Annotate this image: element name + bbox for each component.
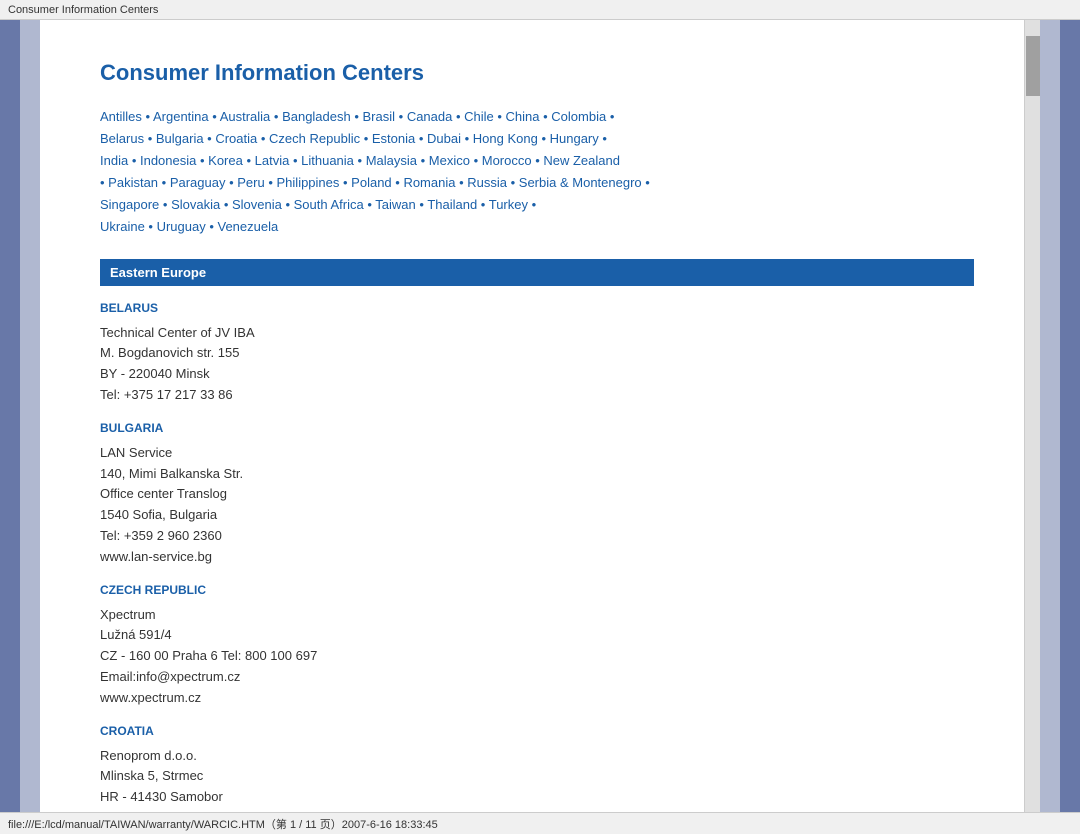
- country-details-croatia: Renoprom d.o.o. Mlinska 5, Strmec HR - 4…: [100, 746, 974, 812]
- link-philippines[interactable]: Philippines: [277, 175, 340, 190]
- link-singapore[interactable]: Singapore: [100, 197, 159, 212]
- link-pakistan[interactable]: Pakistan: [108, 175, 158, 190]
- link-hong-kong[interactable]: Hong Kong: [473, 131, 538, 146]
- sidebar-right: [1040, 20, 1080, 812]
- link-turkey[interactable]: Turkey: [489, 197, 528, 212]
- link-romania[interactable]: Romania: [403, 175, 455, 190]
- link-colombia[interactable]: Colombia: [551, 109, 606, 124]
- link-argentina[interactable]: Argentina: [153, 109, 209, 124]
- country-name-czech-republic: CZECH REPUBLIC: [100, 583, 974, 597]
- link-serbia[interactable]: Serbia & Montenegro: [519, 175, 642, 190]
- link-bulgaria[interactable]: Bulgaria: [156, 131, 204, 146]
- link-chile[interactable]: Chile: [464, 109, 494, 124]
- scrollbar[interactable]: [1024, 20, 1040, 812]
- link-ukraine[interactable]: Ukraine: [100, 219, 145, 234]
- link-slovenia[interactable]: Slovenia: [232, 197, 282, 212]
- status-bar: file:///E:/lcd/manual/TAIWAN/warranty/WA…: [0, 812, 1080, 834]
- status-bar-text: file:///E:/lcd/manual/TAIWAN/warranty/WA…: [8, 816, 438, 832]
- link-canada[interactable]: Canada: [407, 109, 453, 124]
- link-india[interactable]: India: [100, 153, 128, 168]
- country-croatia: CROATIA Renoprom d.o.o. Mlinska 5, Strme…: [100, 724, 974, 812]
- links-section: Antilles • Argentina • Australia • Bangl…: [100, 106, 974, 239]
- link-belarus[interactable]: Belarus: [100, 131, 144, 146]
- link-estonia[interactable]: Estonia: [372, 131, 415, 146]
- country-details-belarus: Technical Center of JV IBA M. Bogdanovic…: [100, 323, 974, 406]
- link-south-africa[interactable]: South Africa: [294, 197, 364, 212]
- link-slovakia[interactable]: Slovakia: [171, 197, 220, 212]
- country-name-belarus: BELARUS: [100, 301, 974, 315]
- link-morocco[interactable]: Morocco: [482, 153, 532, 168]
- link-brasil[interactable]: Brasil: [363, 109, 396, 124]
- scrollbar-thumb[interactable]: [1026, 36, 1040, 96]
- link-peru[interactable]: Peru: [237, 175, 264, 190]
- link-mexico[interactable]: Mexico: [429, 153, 470, 168]
- link-russia[interactable]: Russia: [467, 175, 507, 190]
- link-thailand[interactable]: Thailand: [427, 197, 477, 212]
- link-new-zealand[interactable]: New Zealand: [543, 153, 620, 168]
- link-australia[interactable]: Australia: [220, 109, 271, 124]
- link-taiwan[interactable]: Taiwan: [375, 197, 415, 212]
- title-bar-text: Consumer Information Centers: [8, 4, 158, 16]
- country-bulgaria: BULGARIA LAN Service 140, Mimi Balkanska…: [100, 421, 974, 568]
- sidebar-left: [0, 20, 40, 812]
- country-details-czech-republic: Xpectrum Lužná 591/4 CZ - 160 00 Praha 6…: [100, 605, 974, 709]
- link-korea[interactable]: Korea: [208, 153, 243, 168]
- link-croatia[interactable]: Croatia: [215, 131, 257, 146]
- section-header-eastern-europe: Eastern Europe: [100, 259, 974, 286]
- link-china[interactable]: China: [506, 109, 540, 124]
- link-indonesia[interactable]: Indonesia: [140, 153, 196, 168]
- link-latvia[interactable]: Latvia: [255, 153, 290, 168]
- link-hungary[interactable]: Hungary: [550, 131, 599, 146]
- content-area: Consumer Information Centers Antilles • …: [40, 20, 1024, 812]
- link-bangladesh[interactable]: Bangladesh: [282, 109, 351, 124]
- link-venezuela[interactable]: Venezuela: [218, 219, 279, 234]
- link-czech-republic[interactable]: Czech Republic: [269, 131, 360, 146]
- link-lithuania[interactable]: Lithuania: [301, 153, 354, 168]
- link-poland[interactable]: Poland: [351, 175, 391, 190]
- link-paraguay[interactable]: Paraguay: [170, 175, 226, 190]
- country-name-bulgaria: BULGARIA: [100, 421, 974, 435]
- link-uruguay[interactable]: Uruguay: [157, 219, 206, 234]
- link-dubai[interactable]: Dubai: [427, 131, 461, 146]
- country-belarus: BELARUS Technical Center of JV IBA M. Bo…: [100, 301, 974, 406]
- country-details-bulgaria: LAN Service 140, Mimi Balkanska Str. Off…: [100, 443, 974, 568]
- title-bar: Consumer Information Centers: [0, 0, 1080, 20]
- country-name-croatia: CROATIA: [100, 724, 974, 738]
- page-title: Consumer Information Centers: [100, 60, 974, 86]
- link-antilles[interactable]: Antilles: [100, 109, 142, 124]
- country-czech-republic: CZECH REPUBLIC Xpectrum Lužná 591/4 CZ -…: [100, 583, 974, 709]
- link-malaysia[interactable]: Malaysia: [366, 153, 417, 168]
